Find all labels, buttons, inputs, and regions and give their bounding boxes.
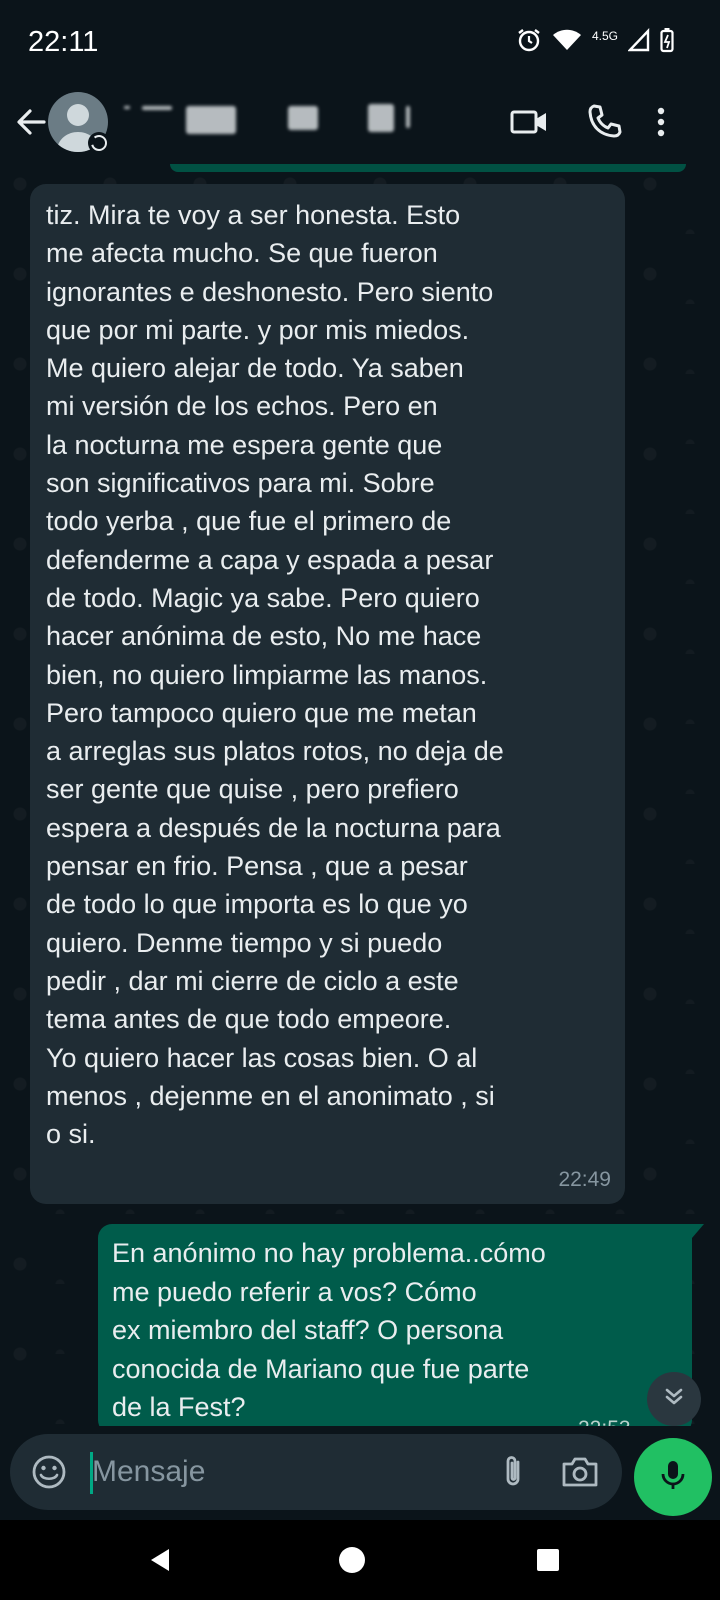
back-arrow-icon[interactable] xyxy=(12,102,52,142)
chat-area[interactable]: tiz. Mira te voy a ser honesta. Esto me … xyxy=(0,164,720,1426)
alarm-icon xyxy=(516,27,542,57)
message-time: 22:53 xyxy=(578,1417,631,1426)
more-vert-icon[interactable] xyxy=(646,98,676,146)
avatar-status-icon xyxy=(88,132,110,154)
video-call-icon[interactable] xyxy=(506,98,554,146)
incoming-message[interactable]: tiz. Mira te voy a ser honesta. Esto me … xyxy=(30,184,625,1204)
message-text: En anónimo no hay problema..cómo me pued… xyxy=(112,1238,546,1422)
outgoing-message[interactable]: En anónimo no hay problema..cómo me pued… xyxy=(98,1224,704,1426)
battery-icon xyxy=(660,27,674,57)
scroll-down-button[interactable] xyxy=(647,1372,701,1426)
nav-recents-icon[interactable] xyxy=(528,1540,568,1580)
phone-icon[interactable] xyxy=(580,98,628,146)
emoji-icon[interactable] xyxy=(30,1453,68,1491)
contact-name[interactable] xyxy=(124,100,444,140)
double-chevron-down-icon xyxy=(661,1384,687,1414)
input-bar xyxy=(0,1426,720,1520)
wifi-icon xyxy=(552,28,582,56)
chat-header xyxy=(0,84,720,164)
nav-back-icon[interactable] xyxy=(140,1540,180,1580)
message-composer xyxy=(10,1434,622,1510)
mic-button[interactable] xyxy=(634,1438,712,1516)
message-text: tiz. Mira te voy a ser honesta. Esto me … xyxy=(46,200,504,1150)
status-icons: 4.5G xyxy=(516,27,674,57)
previous-message-edge xyxy=(170,164,686,172)
attach-icon[interactable] xyxy=(494,1452,534,1492)
nav-home-icon[interactable] xyxy=(332,1540,372,1580)
status-bar: 22:11 4.5G xyxy=(0,0,720,84)
camera-icon[interactable] xyxy=(558,1452,602,1492)
signal-icon xyxy=(627,27,650,56)
text-caret xyxy=(90,1452,93,1494)
status-time: 22:11 xyxy=(28,26,99,58)
mic-icon xyxy=(656,1458,690,1496)
message-input[interactable] xyxy=(80,1444,470,1500)
system-nav-bar xyxy=(0,1520,720,1600)
network-type-label: 4.5G xyxy=(591,29,618,43)
message-time: 22:49 xyxy=(558,1168,611,1191)
